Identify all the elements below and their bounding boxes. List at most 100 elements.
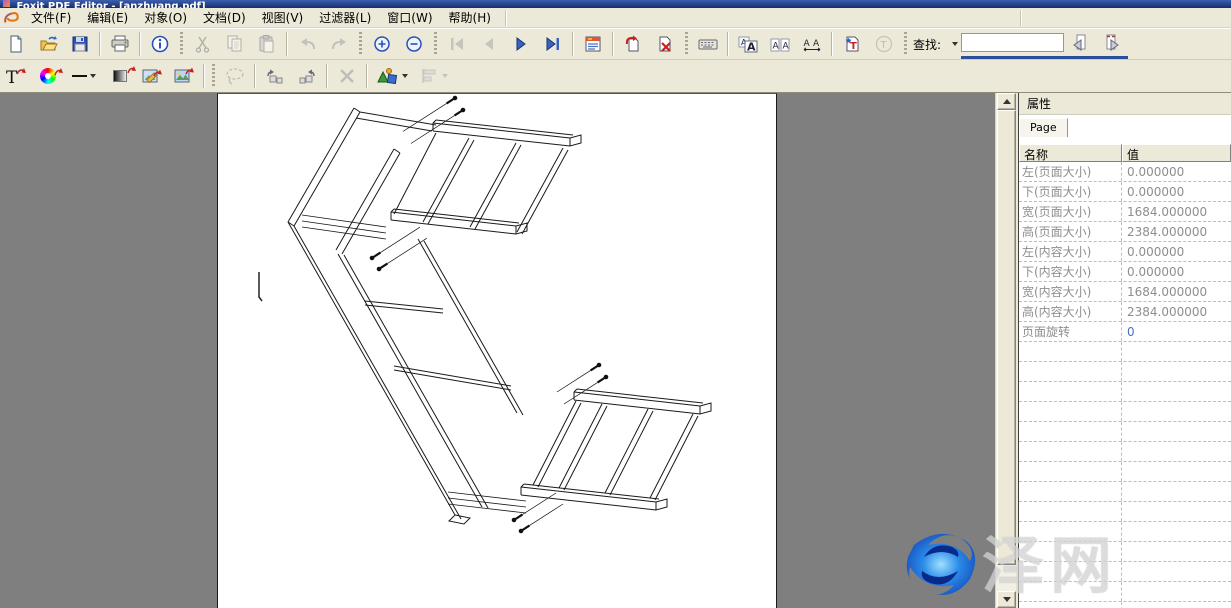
zoom-in-button[interactable]: [367, 31, 397, 58]
toolbar-grip[interactable]: [434, 32, 437, 56]
vertical-scrollbar[interactable]: [995, 93, 1016, 608]
scroll-up-button[interactable]: [997, 93, 1016, 110]
property-row[interactable]: 高(内容大小)2384.000000: [1019, 302, 1231, 322]
document-info-button[interactable]: [145, 31, 175, 58]
property-row[interactable]: 下(内容大小)0.000000: [1019, 262, 1231, 282]
find-options-dropdown[interactable]: [946, 31, 960, 58]
property-value[interactable]: 0.000000: [1122, 265, 1231, 279]
svg-text:A: A: [783, 41, 790, 51]
find-input[interactable]: [961, 33, 1064, 52]
next-page-button[interactable]: [506, 31, 536, 58]
previous-page-button[interactable]: [474, 31, 504, 58]
rotate-pages-button[interactable]: [618, 31, 648, 58]
document-canvas[interactable]: 属性 Page 名称 值 左(页面大小)0.000000 下(页面大小)0.00…: [0, 93, 1231, 608]
tab-page[interactable]: Page: [1019, 118, 1068, 137]
copy-button[interactable]: [220, 31, 250, 58]
insert-text-icon: T: [843, 35, 861, 53]
find-previous-icon: [1071, 34, 1089, 52]
toolbar-grip[interactable]: [904, 32, 907, 56]
menu-bar: 文件(F) 编辑(E) 对象(O) 文档(D) 视图(V) 过滤器(L) 窗口(…: [0, 8, 1231, 28]
page-thumbnails-button[interactable]: [578, 31, 608, 58]
menu-window[interactable]: 窗口(W): [379, 7, 440, 28]
menu-file[interactable]: 文件(F): [23, 7, 79, 28]
property-row[interactable]: 左(页面大小)0.000000: [1019, 162, 1231, 182]
new-document-button[interactable]: [1, 31, 31, 58]
property-value[interactable]: 2384.000000: [1122, 225, 1231, 239]
delete-pages-icon: [656, 35, 674, 53]
pdf-page[interactable]: [217, 93, 777, 608]
lasso-icon: [225, 67, 245, 85]
rotate-selection-right-button[interactable]: [292, 63, 322, 90]
toolbar-grip[interactable]: [359, 32, 362, 56]
menu-help[interactable]: 帮助(H): [441, 7, 499, 28]
scroll-down-button[interactable]: [997, 591, 1016, 608]
find-next-button[interactable]: [1097, 29, 1127, 56]
toolbar-grip[interactable]: [685, 32, 688, 56]
text-attributes-button[interactable]: T: [869, 31, 899, 58]
column-header-value[interactable]: 值: [1122, 144, 1231, 162]
undo-button[interactable]: [292, 31, 322, 58]
cut-button[interactable]: [188, 31, 218, 58]
find-label: 查找:: [913, 36, 941, 53]
insert-text-object-button[interactable]: T: [1, 63, 31, 90]
keyboard-button[interactable]: [693, 31, 723, 58]
menu-filter[interactable]: 过滤器(L): [311, 7, 379, 28]
menu-view[interactable]: 视图(V): [254, 7, 312, 28]
align-objects-button[interactable]: [414, 63, 454, 90]
menu-edit[interactable]: 编辑(E): [79, 7, 136, 28]
property-row-empty: [1019, 542, 1231, 562]
property-row[interactable]: 宽(页面大小)1684.000000: [1019, 202, 1231, 222]
property-value[interactable]: 1684.000000: [1122, 205, 1231, 219]
lasso-select-button[interactable]: [220, 63, 250, 90]
first-page-button[interactable]: [442, 31, 472, 58]
insert-shading-button[interactable]: [105, 63, 135, 90]
last-page-button[interactable]: [538, 31, 568, 58]
property-value[interactable]: 0.000000: [1122, 245, 1231, 259]
insert-shading-icon: [113, 70, 127, 82]
property-row[interactable]: 高(页面大小)2384.000000: [1019, 222, 1231, 242]
open-button[interactable]: [33, 31, 63, 58]
new-document-icon: [7, 35, 25, 53]
rotate-selection-left-button[interactable]: [260, 63, 290, 90]
toolbar-grip[interactable]: [180, 32, 183, 56]
property-row[interactable]: 下(页面大小)0.000000: [1019, 182, 1231, 202]
redo-button[interactable]: [324, 31, 354, 58]
zoom-out-button[interactable]: [399, 31, 429, 58]
property-value[interactable]: 2384.000000: [1122, 305, 1231, 319]
save-button[interactable]: [65, 31, 95, 58]
property-value[interactable]: 0.000000: [1122, 165, 1231, 179]
paste-button[interactable]: [252, 31, 282, 58]
insert-shape-button[interactable]: [372, 63, 412, 90]
toolbar-grip[interactable]: [212, 64, 215, 88]
find-previous-button[interactable]: [1065, 29, 1095, 56]
rotate-pages-icon: [624, 35, 642, 53]
insert-line-button[interactable]: [65, 63, 103, 90]
rotate-right-icon: [297, 67, 317, 86]
property-name: 宽(页面大小): [1019, 202, 1122, 221]
scrollbar-thumb[interactable]: [997, 110, 1016, 565]
keyboard-icon: [698, 36, 718, 52]
property-row-empty: [1019, 562, 1231, 582]
previous-page-icon: [480, 36, 498, 52]
property-row[interactable]: 左(内容大小)0.000000: [1019, 242, 1231, 262]
next-page-icon: [512, 36, 530, 52]
property-value[interactable]: 1684.000000: [1122, 285, 1231, 299]
insert-text-button[interactable]: T: [837, 31, 867, 58]
property-value[interactable]: 0.000000: [1122, 185, 1231, 199]
column-header-name[interactable]: 名称: [1019, 144, 1122, 162]
edit-image-button[interactable]: [137, 63, 167, 90]
delete-object-button[interactable]: [332, 63, 362, 90]
redo-icon: [330, 36, 349, 52]
delete-pages-button[interactable]: [650, 31, 680, 58]
property-row[interactable]: 宽(内容大小)1684.000000: [1019, 282, 1231, 302]
font-size-button[interactable]: A A: [733, 31, 763, 58]
property-value[interactable]: 0: [1122, 325, 1231, 339]
font-kerning-button[interactable]: AA: [765, 31, 795, 58]
print-button[interactable]: [105, 31, 135, 58]
menu-object[interactable]: 对象(O): [136, 7, 195, 28]
menu-document[interactable]: 文档(D): [195, 7, 254, 28]
insert-image-button[interactable]: [169, 63, 199, 90]
property-row[interactable]: 页面旋转0: [1019, 322, 1231, 342]
char-spacing-button[interactable]: AA: [797, 31, 827, 58]
insert-color-button[interactable]: [33, 63, 63, 90]
